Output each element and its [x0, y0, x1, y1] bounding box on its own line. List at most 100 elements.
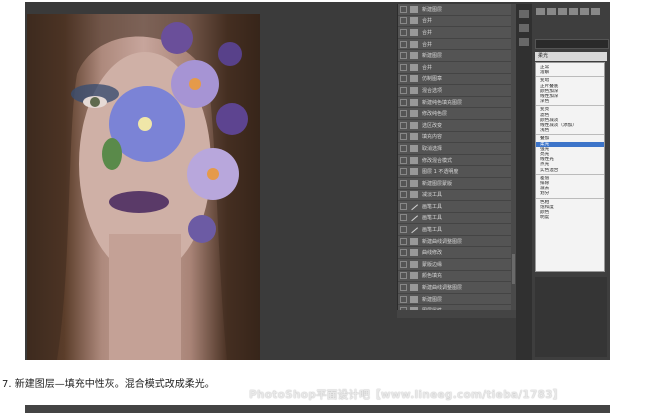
blend-mode-option[interactable]: 明度: [536, 215, 604, 220]
history-item-label: 合并: [422, 41, 433, 48]
history-item[interactable]: 曲线修改: [398, 247, 512, 260]
brush-icon: [409, 225, 419, 234]
history-item[interactable]: 颜色填充: [398, 271, 512, 283]
history-item[interactable]: 新建图层: [398, 50, 512, 62]
history-item[interactable]: 合并: [398, 62, 512, 74]
blend-mode-option[interactable]: 溶解: [536, 70, 604, 75]
doc-icon: [410, 156, 418, 164]
doc-icon: [410, 191, 418, 199]
panel-toggle-icon[interactable]: [519, 38, 529, 46]
history-item[interactable]: 选区改变: [398, 120, 512, 132]
doc-icon: [410, 284, 418, 292]
blend-mode-option[interactable]: 深色: [536, 99, 604, 104]
snapshot-checkbox[interactable]: [400, 214, 407, 222]
history-item[interactable]: 新建纯色填充图层: [398, 97, 512, 109]
snapshot-checkbox[interactable]: [400, 202, 407, 210]
blend-mode-select[interactable]: 柔光: [535, 52, 607, 61]
panel-toggle-icon[interactable]: [519, 10, 529, 18]
snapshot-checkbox[interactable]: [400, 179, 407, 187]
blend-mode-option[interactable]: 实色混合: [536, 168, 604, 173]
layer-filter-input[interactable]: [535, 39, 609, 49]
history-item-label: 合并: [422, 29, 433, 36]
photoshop-screenshot: 新建图层 合并 合并 合并 新建图层 合并 仿制图章 混合选项 新建纯色填充图层 修改纯色层 选区改…: [25, 2, 610, 360]
tool-icon[interactable]: [547, 8, 556, 15]
snapshot-checkbox[interactable]: [400, 52, 407, 60]
history-item[interactable]: 蒙版边缘: [398, 259, 512, 271]
snapshot-checkbox[interactable]: [400, 284, 407, 292]
tool-icon[interactable]: [536, 8, 545, 15]
panel-toggle-icon[interactable]: [519, 24, 529, 32]
history-item-label: 新建图层: [422, 6, 443, 13]
doc-icon: [410, 28, 418, 36]
snapshot-checkbox[interactable]: [400, 98, 407, 106]
tool-icon[interactable]: [580, 8, 589, 15]
history-item[interactable]: 新建曲线调整图层: [398, 282, 512, 294]
blend-mode-option[interactable]: 划分: [536, 191, 604, 196]
history-item[interactable]: 画笔工具: [398, 213, 512, 225]
snapshot-checkbox[interactable]: [400, 249, 407, 257]
portrait-illustration: [27, 14, 260, 360]
history-item-label: 取消选择: [422, 145, 443, 152]
doc-icon: [410, 121, 418, 129]
doc-icon: [410, 144, 418, 152]
history-item-label: 画笔工具: [422, 227, 443, 234]
brush-icon: [409, 202, 419, 211]
snapshot-checkbox[interactable]: [400, 121, 407, 129]
doc-icon: [410, 295, 418, 303]
doc-icon: [410, 110, 418, 118]
history-item[interactable]: 混合选项: [398, 85, 512, 97]
snapshot-checkbox[interactable]: [400, 110, 407, 118]
snapshot-checkbox[interactable]: [400, 295, 407, 303]
snapshot-checkbox[interactable]: [400, 28, 407, 36]
doc-icon: [410, 17, 418, 25]
snapshot-checkbox[interactable]: [400, 40, 407, 48]
history-item[interactable]: 新建图层: [398, 294, 512, 306]
snapshot-checkbox[interactable]: [400, 272, 407, 280]
blend-mode-dropdown: 正常 溶解 变暗 正片叠底 颜色加深 线性加深 深色 变亮 滤色 颜色减淡 线性减淡（添加） 浅色 叠加…: [535, 62, 605, 272]
history-item[interactable]: 填充内容: [398, 132, 512, 144]
history-item[interactable]: 修改纯色层: [398, 108, 512, 120]
history-item[interactable]: 减淡工具: [398, 190, 512, 202]
history-item-label: 画笔工具: [422, 203, 443, 210]
snapshot-checkbox[interactable]: [400, 191, 407, 199]
snapshot-checkbox[interactable]: [400, 226, 407, 234]
snapshot-checkbox[interactable]: [400, 168, 407, 176]
history-item[interactable]: 修改混合模式: [398, 155, 512, 167]
doc-icon: [410, 179, 418, 187]
history-item[interactable]: 画笔工具: [398, 224, 512, 236]
history-item-label: 修改混合模式: [422, 157, 453, 164]
snapshot-checkbox[interactable]: [400, 75, 407, 83]
history-item-label: 新建图层蒙版: [422, 180, 453, 187]
scrollbar-thumb[interactable]: [512, 254, 515, 284]
history-item[interactable]: 仿制图章: [398, 74, 512, 86]
tool-icon[interactable]: [591, 8, 600, 15]
history-item[interactable]: 合并: [398, 16, 512, 28]
snapshot-checkbox[interactable]: [400, 144, 407, 152]
history-item[interactable]: 取消选择: [398, 143, 512, 155]
history-item[interactable]: 合并: [398, 27, 512, 39]
next-screenshot-edge: [25, 405, 610, 413]
history-item[interactable]: 合并: [398, 39, 512, 51]
history-item[interactable]: 图层 1 不透明度: [398, 166, 512, 178]
history-item[interactable]: 新建曲线调整图层: [398, 236, 512, 248]
snapshot-checkbox[interactable]: [400, 133, 407, 141]
snapshot-checkbox[interactable]: [400, 63, 407, 71]
layers-list: [535, 277, 607, 357]
tool-icon[interactable]: [558, 8, 567, 15]
snapshot-checkbox[interactable]: [400, 17, 407, 25]
menu-separator: [536, 105, 604, 107]
history-item-label: 混合选项: [422, 87, 443, 94]
snapshot-checkbox[interactable]: [400, 86, 407, 94]
snapshot-checkbox[interactable]: [400, 156, 407, 164]
snapshot-checkbox[interactable]: [400, 260, 407, 268]
history-item[interactable]: 新建图层蒙版: [398, 178, 512, 190]
snapshot-checkbox[interactable]: [400, 5, 407, 13]
history-item[interactable]: 新建图层: [398, 4, 512, 16]
history-item[interactable]: 画笔工具: [398, 201, 512, 213]
snapshot-checkbox[interactable]: [400, 237, 407, 245]
doc-icon: [410, 75, 418, 83]
history-item-label: 合并: [422, 64, 433, 71]
tool-icon[interactable]: [569, 8, 578, 15]
history-item-label: 颜色填充: [422, 273, 443, 280]
blend-mode-option[interactable]: 浅色: [536, 128, 604, 133]
